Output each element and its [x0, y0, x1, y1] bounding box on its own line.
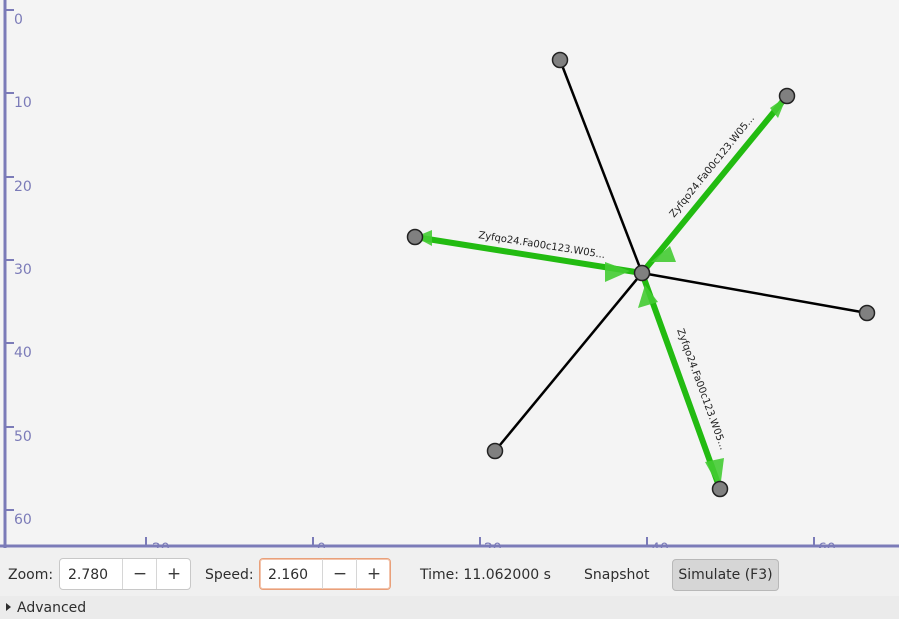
speed-increase-button[interactable]: +: [356, 559, 391, 589]
advanced-label: Advanced: [17, 600, 87, 616]
simulation-canvas[interactable]: 0 10 20 30 40 50 60 20 0 20 40 60: [0, 0, 899, 548]
zoom-spinner[interactable]: 2.780 − +: [59, 558, 191, 590]
active-edge: [639, 270, 723, 492]
zoom-label: Zoom:: [8, 567, 54, 583]
edge: [494, 272, 643, 452]
arrowheads: [415, 96, 787, 489]
y-tick-label: 0: [14, 12, 23, 28]
node: [406, 228, 424, 246]
node: [711, 480, 729, 498]
speed-decrease-button[interactable]: −: [322, 559, 357, 589]
time-readout: Time: 11.062000 s: [420, 567, 551, 583]
zoom-value[interactable]: 2.780: [68, 567, 108, 583]
node: [551, 51, 569, 69]
speed-spinner[interactable]: 2.160 − +: [259, 558, 391, 590]
x-tick-label: 60: [818, 541, 836, 548]
y-tick-label: 50: [14, 429, 32, 445]
zoom-decrease-button[interactable]: −: [122, 559, 157, 589]
x-tick-label: 40: [651, 541, 669, 548]
edge: [558, 59, 644, 274]
x-tick-label: 20: [152, 541, 170, 548]
speed-label: Speed:: [205, 567, 254, 583]
active-edges: [412, 93, 790, 492]
node: [778, 87, 796, 105]
x-tick-label: 0: [317, 541, 326, 548]
snapshot-button[interactable]: Snapshot: [584, 567, 649, 583]
y-tick-labels: 0 10 20 30 40 50 60: [14, 12, 32, 528]
x-tick-label: 20: [484, 541, 502, 548]
y-tick-label: 30: [14, 262, 32, 278]
edge: [641, 271, 868, 315]
speed-value[interactable]: 2.160: [268, 567, 308, 583]
edge-labels: Zyfqo24.Fa00c123.W05... Zyfqo24.Fa00c123…: [478, 113, 758, 451]
y-tick-label: 10: [14, 95, 32, 111]
y-tick-label: 60: [14, 512, 32, 528]
node: [486, 442, 504, 460]
node: [858, 304, 876, 322]
y-tick-label: 20: [14, 179, 32, 195]
advanced-expander[interactable]: Advanced: [6, 600, 86, 616]
expander-arrow-icon: [6, 603, 11, 611]
zoom-increase-button[interactable]: +: [156, 559, 191, 589]
nodes[interactable]: [406, 51, 876, 498]
edge-label: Zyfqo24.Fa00c123.W05...: [668, 113, 757, 220]
node: [633, 264, 651, 282]
active-edge: [639, 93, 790, 276]
y-tick-label: 40: [14, 345, 32, 361]
simulate-button[interactable]: Simulate (F3): [672, 559, 779, 591]
